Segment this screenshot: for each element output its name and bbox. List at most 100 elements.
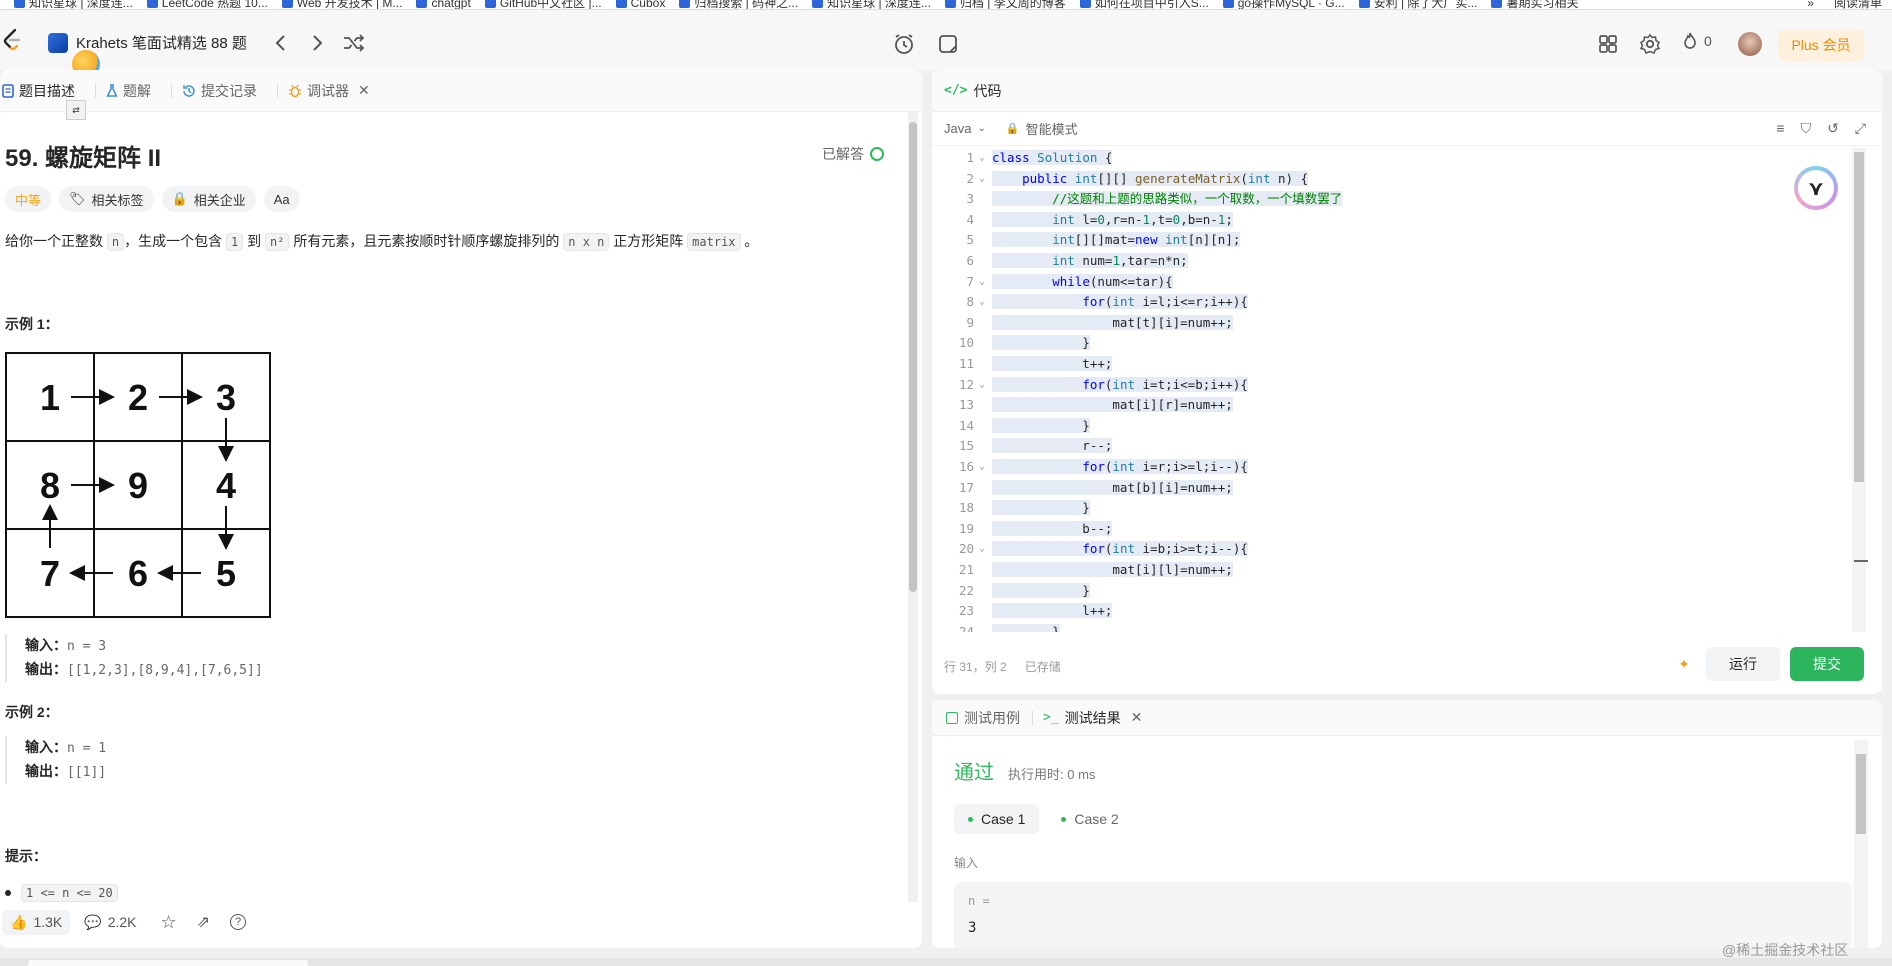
fold-chevron-icon[interactable]: ⌄ xyxy=(979,292,985,312)
smart-mode-toggle[interactable]: 🔒 智能模式 xyxy=(1006,119,1078,138)
fullscreen-icon[interactable]: ⤢ xyxy=(1855,120,1866,137)
bookmarks-right: » 阅读清单 xyxy=(1807,0,1882,9)
bookmark-icon[interactable]: ⛉ xyxy=(1801,120,1812,137)
tab-test-result[interactable]: >_ 测试结果 ✕ xyxy=(1043,708,1142,728)
fold-chevron-icon[interactable]: ⌄ xyxy=(979,148,985,168)
font-size-button[interactable]: Aa xyxy=(263,186,300,212)
prev-problem-icon[interactable] xyxy=(270,32,292,54)
plus-member-button[interactable]: Plus 会员 xyxy=(1778,29,1864,61)
avatar[interactable] xyxy=(1738,32,1762,56)
ai-assistant-button[interactable]: ⋎ xyxy=(1794,166,1838,210)
study-plan-title: Krahets 笔面试精选 88 题 xyxy=(76,35,247,52)
input-label: 输入： xyxy=(25,739,67,755)
code-text: int num=1,tar=n*n; xyxy=(992,251,1188,271)
scrollbar-thumb[interactable] xyxy=(1856,754,1866,834)
statement-text: 给你一个正整数 xyxy=(5,233,107,249)
language-select[interactable]: Java ⌄ xyxy=(944,121,986,136)
tab-debugger[interactable]: 调试器 ✕ xyxy=(288,81,370,101)
result-scrollbar[interactable] xyxy=(1854,740,1868,948)
bookmark-item[interactable]: 归档搜索 | 码神之... xyxy=(679,0,798,9)
tab-solutions[interactable]: 题解 xyxy=(106,81,151,101)
reading-list-button[interactable]: 阅读清单 xyxy=(1834,0,1882,9)
fold-chevron-icon[interactable]: ⌄ xyxy=(979,457,985,477)
bookmark-item[interactable]: 暑期实习相关 xyxy=(1491,0,1578,9)
line-number: 7 xyxy=(966,273,974,289)
bookmark-favicon-icon xyxy=(1358,0,1370,8)
related-topics-button[interactable]: 🏷 相关标签 xyxy=(59,186,154,212)
line-number: 19 xyxy=(958,520,974,536)
comments-button[interactable]: 💬 2.2K xyxy=(84,914,136,931)
layout-icon[interactable] xyxy=(1596,32,1620,56)
bookmark-item[interactable]: chatgpt xyxy=(416,0,471,9)
watermark: @稀土掘金技术社区 xyxy=(1722,942,1849,958)
share-button[interactable]: ⇗ xyxy=(197,912,210,932)
scrollbar-thumb[interactable] xyxy=(909,122,917,592)
description-scrollbar[interactable] xyxy=(908,112,918,902)
bookmark-item[interactable]: 安利 | 除了大厂实... xyxy=(1358,0,1477,9)
leetcode-logo-icon[interactable] xyxy=(2,28,22,52)
gear-icon[interactable] xyxy=(1638,32,1662,56)
fold-chevron-icon[interactable]: ⌄ xyxy=(979,169,985,189)
fold-chevron-icon[interactable]: ⌄ xyxy=(979,539,985,559)
fold-chevron-icon[interactable]: ⌄ xyxy=(979,375,985,395)
bookmark-favicon-icon xyxy=(416,0,428,8)
run-button[interactable]: 运行 xyxy=(1706,647,1780,681)
timer-icon[interactable] xyxy=(892,32,916,56)
study-plan-link[interactable]: Krahets 笔面试精选 88 题 xyxy=(48,32,247,53)
statement-text: 正方形矩阵 xyxy=(609,233,688,249)
code-text: mat[i][l]=num++; xyxy=(992,562,1233,577)
close-icon[interactable]: ✕ xyxy=(1131,709,1143,726)
fold-chevron-icon[interactable]: ⌄ xyxy=(979,272,985,292)
line-number: 18 xyxy=(958,500,974,516)
bookmark-favicon-icon xyxy=(1491,0,1503,8)
case-tab-2[interactable]: Case 2 xyxy=(1047,804,1132,834)
translate-icon[interactable]: ⇄ xyxy=(66,100,86,120)
close-icon[interactable]: ✕ xyxy=(358,82,370,99)
note-icon[interactable] xyxy=(936,32,960,56)
bookmark-favicon-icon xyxy=(484,0,496,8)
hints-title: 提示： xyxy=(5,848,47,864)
result-verdict: 通过 xyxy=(954,762,994,784)
case-tab-1[interactable]: Case 1 xyxy=(954,804,1040,834)
favorite-button[interactable]: ☆ xyxy=(161,912,177,933)
format-icon[interactable]: ≡ xyxy=(1776,120,1784,137)
taskbar-window[interactable] xyxy=(28,960,308,966)
pass-dot xyxy=(1061,816,1067,822)
more-bookmarks-button[interactable]: » xyxy=(1807,0,1814,9)
like-button[interactable]: 👍 1.3K xyxy=(2,909,71,935)
code-text: class Solution { xyxy=(992,150,1113,165)
bookmark-item[interactable]: Cubox xyxy=(615,0,665,9)
tab-test-cases[interactable]: 测试用例 xyxy=(946,708,1020,728)
related-companies-button[interactable]: 🔒 相关企业 xyxy=(161,186,256,212)
bookmark-item[interactable]: go操作MySQL · G... xyxy=(1222,0,1345,9)
bookmark-item[interactable]: 归档 | 李文周的博客 xyxy=(944,0,1066,9)
bookmark-favicon-icon xyxy=(812,0,824,8)
code-header: </> 代码 xyxy=(932,70,1882,112)
tab-description[interactable]: 题目描述 xyxy=(2,81,75,101)
streak-counter[interactable]: 0 xyxy=(1682,32,1712,50)
bookmark-favicon-icon xyxy=(146,0,158,8)
bookmark-item[interactable]: 如何在项目中引入S... xyxy=(1079,0,1209,9)
bookmark-item[interactable]: GitHub中文社区 |... xyxy=(484,0,602,9)
line-number: 20 xyxy=(958,541,974,557)
next-problem-icon[interactable] xyxy=(306,32,328,54)
shuffle-icon[interactable] xyxy=(342,32,366,54)
output-label: 输出： xyxy=(25,763,67,779)
submit-button[interactable]: 提交 xyxy=(1790,647,1864,681)
line-number: 22 xyxy=(958,582,974,598)
lock-icon: 🔒 xyxy=(1005,123,1020,135)
bookmark-item[interactable]: 知识星球 | 深度连... xyxy=(812,0,931,9)
help-button[interactable]: ? xyxy=(230,914,247,930)
debug-button[interactable]: ✦ xyxy=(1670,650,1698,678)
bookmark-item[interactable]: LeetCode 热题 10... xyxy=(146,0,268,9)
line-number: 23 xyxy=(958,603,974,619)
input-label: 输入： xyxy=(25,637,67,653)
scrollbar-thumb[interactable] xyxy=(1854,152,1864,482)
tab-submissions[interactable]: 提交记录 xyxy=(182,81,257,101)
code-text: t++; xyxy=(992,356,1113,371)
bookmark-item[interactable]: Web 开发技术 | M... xyxy=(281,0,402,9)
bookmark-item[interactable]: 知识星球 | 深度连... xyxy=(14,0,133,9)
code-icon: </> xyxy=(944,83,968,98)
reset-icon[interactable]: ↺ xyxy=(1827,120,1839,137)
code-editor[interactable]: 1 ⌄ class Solution {2 ⌄ public int[][] gene… xyxy=(932,148,1852,632)
